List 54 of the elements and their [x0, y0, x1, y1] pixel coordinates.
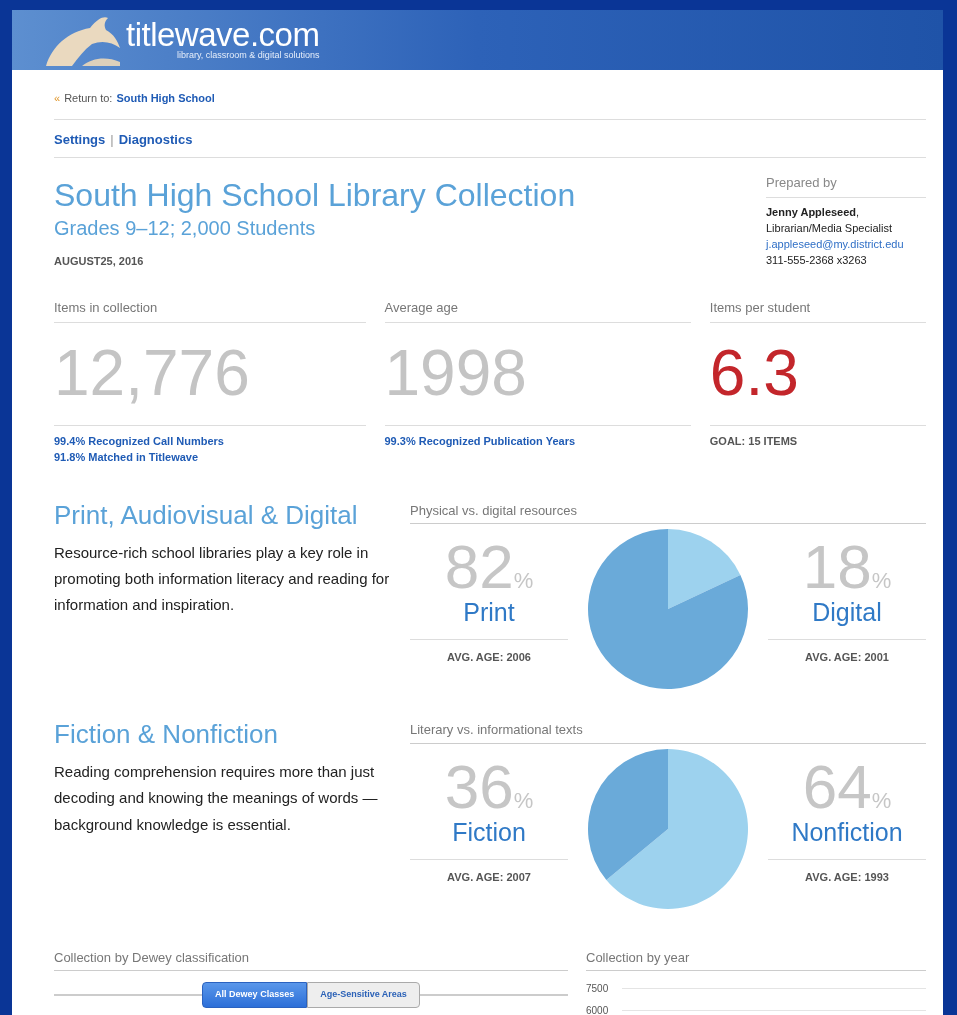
percent-sign: %: [513, 568, 534, 594]
chart-title: Collection by year: [586, 947, 926, 972]
stat-label: Average age: [384, 297, 691, 324]
preparer-name: Jenny Appleseed,: [766, 204, 861, 220]
toggle-button[interactable]: All Dewey Classes: [202, 982, 308, 1008]
section-heading: Print, Audiovisual & Digital: [54, 500, 359, 530]
stat-value: 12,776: [54, 323, 366, 427]
return-label: Return to:: [64, 91, 113, 106]
percent-sign: %: [513, 787, 534, 813]
report-date: AUGUST25, 2016: [54, 254, 145, 270]
logo-text: titlewave.com: [126, 17, 320, 51]
nav-separator: |: [110, 130, 114, 149]
breadcrumb-link[interactable]: South High School: [116, 90, 215, 107]
stat-value: 1998: [384, 323, 691, 427]
section-heading: Fiction & Nonfiction: [54, 720, 279, 750]
stat-value: 6.3: [709, 323, 926, 427]
percent-value: 36: [444, 751, 514, 821]
stat-label: Items in collection: [54, 297, 366, 324]
toggle-button[interactable]: Age-Sensitive Areas: [307, 982, 420, 1008]
stat-label: Items per student: [709, 297, 926, 324]
section-text: Reading comprehension requires more than just decoding and knowing the meanings of words — background knowledge is essential.: [54, 762, 379, 835]
stat-link[interactable]: 91.8% Matched in Titlewave: [54, 449, 366, 465]
stat-link[interactable]: 99.3% Recognized Publication Years: [384, 434, 691, 450]
goal-text: GOAL: 15 ITEMS: [709, 434, 799, 450]
preparer-role: Librarian/Media Specialist: [766, 220, 893, 236]
percent-value: 64: [802, 751, 872, 821]
axis-tick-label: 6000: [586, 1003, 610, 1015]
average-age: AVG. AGE: 1993: [768, 858, 926, 886]
percent-sign: %: [871, 787, 892, 813]
nav-link[interactable]: Diagnostics: [118, 129, 193, 149]
category-label: Digital: [811, 600, 883, 626]
chart-title: Collection by Dewey classification: [54, 947, 568, 972]
chevron-icon: «: [54, 90, 61, 107]
average-age: AVG. AGE: 2007: [410, 858, 568, 886]
section-text: Resource-rich school libraries play a key role in promoting both information literacy and reading for information and inspiration.: [54, 542, 390, 616]
email-link[interactable]: j.appleseed@my.district.edu: [766, 237, 904, 250]
prepared-by-heading: Prepared by: [766, 174, 926, 198]
stat-link[interactable]: 99.4% Recognized Call Numbers: [54, 434, 366, 450]
axis-tick-label: 7500: [586, 981, 610, 996]
average-age: AVG. AGE: 2006: [410, 639, 568, 666]
percent-value: 18: [802, 532, 872, 602]
average-age: AVG. AGE: 2001: [768, 639, 926, 666]
percent-value: 82: [444, 532, 514, 602]
category-label: Nonfiction: [790, 819, 904, 845]
category-label: Fiction: [451, 819, 527, 845]
chart-title: Physical vs. digital resources: [410, 500, 926, 525]
nav-link[interactable]: Settings: [54, 129, 106, 149]
chart-title: Literary vs. informational texts: [410, 720, 926, 744]
report-subtitle: Grades 9–12; 2,000 Students: [54, 216, 317, 242]
phone-number: 311-555-2368 x3263: [766, 252, 868, 268]
tagline: library, classroom & digital solutions: [176, 48, 320, 62]
report-title: South High School Library Collection: [54, 178, 576, 214]
category-label: Print: [462, 600, 516, 626]
percent-sign: %: [871, 568, 892, 594]
